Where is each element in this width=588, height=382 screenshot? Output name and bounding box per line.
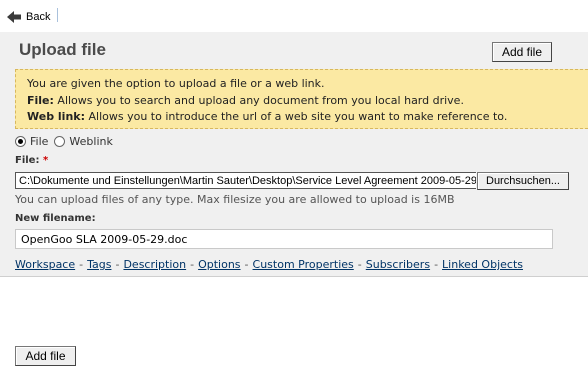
link-separator: - <box>190 258 195 271</box>
upload-type-selector: File Weblink <box>15 133 113 149</box>
link-subscribers[interactable]: Subscribers <box>366 258 430 271</box>
info-weblink-desc: Allows you to introduce the url of a web… <box>88 110 508 123</box>
file-field-label: File: * <box>15 155 48 166</box>
link-workspace[interactable]: Workspace <box>15 258 75 271</box>
radio-weblink-label[interactable]: Weblink <box>69 135 112 148</box>
browse-button[interactable]: Durchsuchen... <box>477 172 569 190</box>
info-file-term: File: <box>27 93 54 107</box>
add-file-button-bottom[interactable]: Add file <box>15 346 76 366</box>
back-button[interactable]: Back <box>6 9 50 25</box>
page-title: Upload file <box>19 40 106 59</box>
link-custom-properties[interactable]: Custom Properties <box>253 258 354 271</box>
link-options[interactable]: Options <box>198 258 240 271</box>
new-filename-label: New filename: <box>15 213 96 224</box>
radio-weblink[interactable] <box>54 135 66 147</box>
link-separator: - <box>357 258 362 271</box>
radio-file-label[interactable]: File <box>30 135 48 148</box>
link-separator: - <box>79 258 84 271</box>
back-label: Back <box>26 11 51 23</box>
info-weblink-term: Web link: <box>27 110 85 123</box>
new-filename-input[interactable]: OpenGoo SLA 2009-05-29.doc <box>15 229 553 249</box>
info-line-weblink: Web link: Allows you to introduce the ur… <box>27 109 588 126</box>
link-linked-objects[interactable]: Linked Objects <box>442 258 523 271</box>
back-arrow-icon <box>6 10 22 24</box>
add-file-button-top[interactable]: Add file <box>492 42 552 62</box>
radio-file[interactable] <box>15 135 26 147</box>
link-separator: - <box>434 258 439 271</box>
link-separator: - <box>115 258 120 271</box>
panel-bottom-divider <box>0 276 588 277</box>
file-size-hint: You can upload files of any type. Max fi… <box>15 193 455 206</box>
link-description[interactable]: Description <box>123 258 186 271</box>
info-line-1: You are given the option to upload a fil… <box>27 77 325 90</box>
info-box: You are given the option to upload a fil… <box>15 69 588 129</box>
info-line-file: File: Allows you to search and upload an… <box>27 93 588 110</box>
top-toolbar: Back <box>0 0 588 32</box>
link-separator: - <box>244 258 249 271</box>
file-label-text: File: <box>15 155 40 166</box>
file-path-input[interactable]: C:\Dokumente und Einstellungen\Martin Sa… <box>15 172 476 189</box>
required-marker: * <box>42 155 49 166</box>
section-links: Workspace - Tags - Description - Options - Custo… <box>15 258 523 271</box>
toolbar-divider <box>57 8 58 22</box>
link-tags[interactable]: Tags <box>87 258 111 271</box>
info-file-desc: Allows you to search and upload any docu… <box>57 93 464 107</box>
